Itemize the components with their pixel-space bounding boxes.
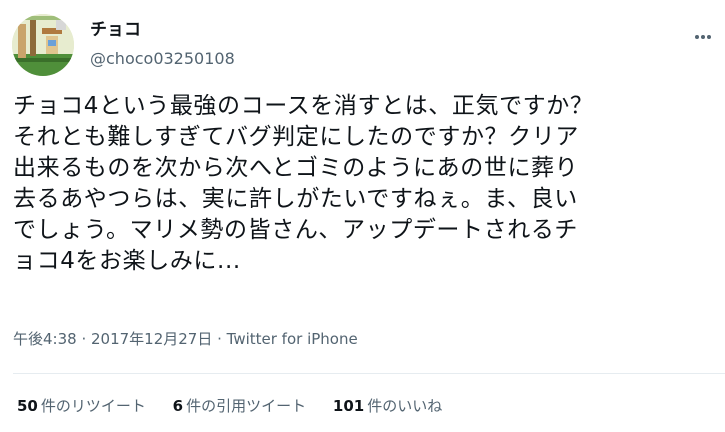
display-name[interactable]: チョコ xyxy=(90,20,141,40)
retweets-stat[interactable]: 50 件のリツイート xyxy=(17,396,146,416)
tweet-card: チョコ @choco03250108 チョコ4という最強のコースを消すとは、正気… xyxy=(0,0,725,432)
tweet-text: チョコ4という最強のコースを消すとは、正気ですか？ それとも難しすぎてバグ判定に… xyxy=(13,91,721,277)
tweet-text-line: ョコ4をお楽しみに... xyxy=(13,248,241,274)
retweets-count: 50 xyxy=(17,397,38,415)
quotes-label: 件の引用ツイート xyxy=(186,397,307,415)
tweet-text-line: 去るあやつらは、実に許しがたいですねぇ。ま、良い xyxy=(13,186,578,212)
likes-count: 101 xyxy=(332,397,365,415)
retweets-label: 件のリツイート xyxy=(40,397,146,415)
user-handle[interactable]: @choco03250108 xyxy=(90,49,235,69)
likes-label: 件のいいね xyxy=(367,397,443,415)
tweet-text-line: でしょう。マリメ勢の皆さん、アップデートされるチ xyxy=(13,217,579,243)
likes-stat[interactable]: 101 件のいいね xyxy=(333,396,442,416)
tweet-text-line: 出来るものを次から次へとゴミのようにあの世に葬り xyxy=(13,155,579,181)
divider xyxy=(13,373,725,374)
quotes-stat[interactable]: 6 件の引用ツイート xyxy=(173,396,306,416)
tweet-text-line: チョコ4という最強のコースを消すとは、正気ですか？ xyxy=(13,93,594,119)
avatar-image xyxy=(12,14,74,76)
tweet-text-line: それとも難しすぎてバグ判定にしたのですか？クリア xyxy=(13,124,579,150)
more-horizontal-icon[interactable] xyxy=(695,24,719,40)
engagement-stats: 50 件のリツイート 6 件の引用ツイート 101 件のいいね xyxy=(17,396,464,416)
quotes-count: 6 xyxy=(172,397,184,415)
avatar[interactable] xyxy=(12,14,74,76)
tweet-timestamp-source[interactable]: 午後4:38 · 2017年12月27日 · Twitter for iPhon… xyxy=(13,329,358,349)
